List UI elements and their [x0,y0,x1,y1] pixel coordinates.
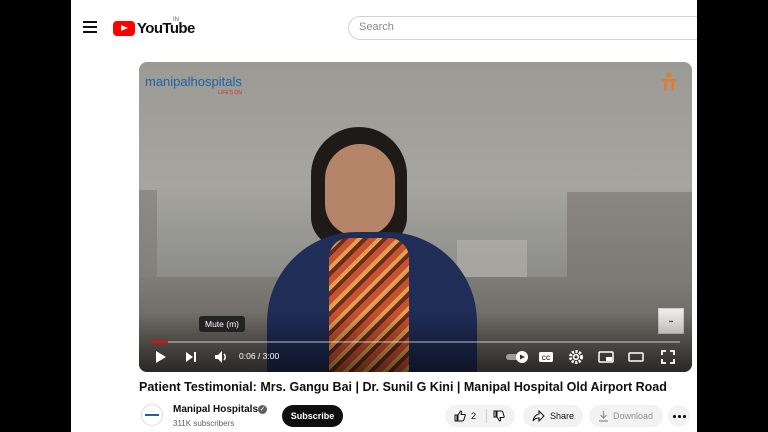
person-face [325,144,395,236]
autoplay-toggle[interactable] [505,348,531,366]
captions-icon: CC [539,352,553,362]
brand-watermark: manipalhospitals LIFE'S ON [145,74,242,96]
thumbs-down-icon[interactable] [493,410,505,422]
brand-name: manipalhospitals [145,74,242,89]
volume-button[interactable] [213,348,231,366]
download-button[interactable]: Download [589,405,663,427]
channel-avatar[interactable] [141,404,163,426]
mute-tooltip: Mute (m) [199,316,245,332]
subscribe-button[interactable]: Subscribe [282,405,343,427]
video-title: Patient Testimonial: Mrs. Gangu Bai | Dr… [139,380,667,394]
play-icon [156,351,166,363]
more-actions-button[interactable] [668,405,690,427]
verified-check-icon: ✓ [258,405,267,414]
download-icon [599,411,608,422]
captions-button[interactable]: CC [537,348,555,366]
like-count: 2 [471,411,477,421]
miniplayer-icon [598,351,614,363]
next-icon [186,352,196,362]
fullscreen-icon [661,350,675,364]
autoplay-icon [506,351,528,363]
youtube-play-icon [113,20,135,36]
youtube-page: YouTube IN Search manipalhospitals LIFE'… [71,0,697,432]
volume-icon [215,351,226,363]
like-dislike-group: 2 [445,405,515,427]
progress-bar[interactable] [151,341,680,343]
youtube-logo[interactable]: YouTube IN [113,17,195,37]
like-divider [486,409,487,423]
share-button[interactable]: Share [523,405,583,427]
progress-played [151,341,169,343]
masthead: YouTube IN Search [71,0,697,56]
gear-icon [569,350,583,364]
thumbs-up-icon[interactable] [454,410,466,422]
menu-icon[interactable] [83,21,97,33]
miniplayer-button[interactable] [597,348,615,366]
brand-mark-icon [662,72,676,91]
brand-tagline: LIFE'S ON [218,90,242,96]
video-player[interactable]: manipalhospitals LIFE'S ON ▬ Mute (m) 0:… [139,62,692,372]
logo-text: YouTube [137,19,195,37]
subscriber-count: 311K subscribers [173,419,235,428]
search-input[interactable]: Search [348,16,697,40]
theater-button[interactable] [627,348,645,366]
time-display: 0:06 / 3:00 [239,351,280,361]
svg-text:CC: CC [542,356,551,362]
channel-name[interactable]: Manipal Hospitals [173,404,258,415]
theater-mode-icon [628,352,644,362]
fullscreen-button[interactable] [659,348,677,366]
region-code: IN [173,17,179,23]
download-label: Download [613,411,654,421]
share-label: Share [550,411,575,421]
share-icon [532,410,545,422]
settings-button[interactable] [567,348,585,366]
next-button[interactable] [183,348,199,366]
play-button[interactable] [153,348,169,366]
